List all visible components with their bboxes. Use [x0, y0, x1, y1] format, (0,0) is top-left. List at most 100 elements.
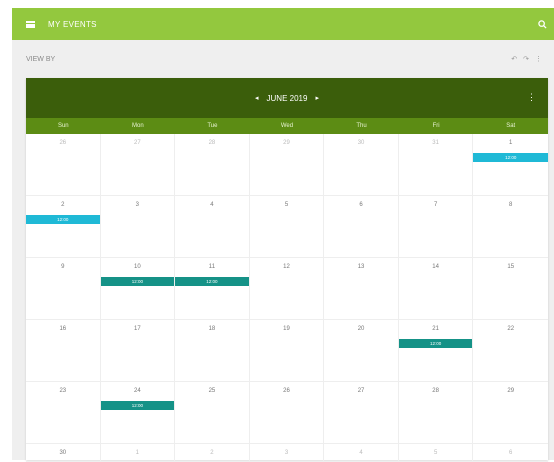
weekday-label: Wed	[280, 123, 294, 129]
day-number: 8	[509, 202, 513, 208]
day-cell[interactable]: 31	[398, 134, 474, 196]
day-cell[interactable]: 4	[175, 196, 250, 258]
day-cell[interactable]: 6	[473, 444, 548, 462]
day-number: 15	[507, 264, 515, 270]
more-icon[interactable]: ⋮	[535, 55, 542, 63]
day-number: 21	[432, 326, 439, 332]
month-label: JUNE 2019	[266, 93, 308, 103]
day-cell[interactable]: 20	[324, 320, 399, 382]
day-number: 2	[61, 202, 65, 208]
day-number: 5	[284, 202, 289, 208]
event-chip[interactable]: 12:00	[26, 215, 100, 224]
day-cell[interactable]: 10 12:00	[100, 258, 176, 320]
day-cell[interactable]: 5	[398, 444, 474, 462]
day-cell[interactable]: 17	[100, 320, 176, 382]
day-number: 27	[357, 388, 365, 394]
calendar-more-icon[interactable]: ⋮	[527, 92, 536, 103]
day-cell[interactable]: 2	[175, 444, 250, 462]
day-number: 18	[208, 326, 216, 332]
day-number: 17	[134, 326, 141, 332]
day-cell[interactable]: 5	[249, 196, 325, 258]
day-cell[interactable]: 24 12:00	[100, 382, 176, 444]
event-chip[interactable]: 12:00	[175, 277, 249, 286]
day-number: 25	[208, 388, 216, 394]
day-number: 28	[208, 140, 216, 146]
calendar-header: ◂ JUNE 2019 ▸ ⋮	[26, 78, 548, 118]
day-cell[interactable]: 25	[175, 382, 250, 444]
day-cell[interactable]: 30	[324, 134, 399, 196]
day-cell[interactable]: 12	[249, 258, 325, 320]
day-cell[interactable]: 30	[26, 444, 101, 462]
search-icon[interactable]	[530, 19, 554, 29]
day-number: 23	[59, 388, 67, 394]
day-number: 5	[433, 450, 438, 456]
day-number: 3	[135, 202, 140, 208]
day-cell[interactable]: 16	[26, 320, 101, 382]
app-bar: MY EVENTS	[12, 8, 554, 40]
sub-toolbar: VIEW BY ↶ ↷ ⋮	[12, 50, 554, 68]
day-number: 29	[283, 140, 290, 146]
day-number: 16	[59, 326, 67, 332]
day-number: 26	[283, 388, 290, 394]
day-cell[interactable]: 1 12:00	[473, 134, 548, 196]
day-cell[interactable]: 3	[249, 444, 325, 462]
prev-month-icon[interactable]: ◂	[247, 94, 267, 102]
day-cell[interactable]: 8	[473, 196, 548, 258]
day-cell[interactable]: 7	[398, 196, 474, 258]
day-cell[interactable]: 28	[175, 134, 250, 196]
undo-icon[interactable]: ↶	[511, 55, 517, 63]
day-cell[interactable]: 18	[175, 320, 250, 382]
menu-icon[interactable]	[12, 20, 48, 28]
day-number: 30	[59, 450, 67, 456]
redo-icon[interactable]: ↷	[523, 55, 529, 63]
day-number: 20	[357, 326, 365, 332]
day-number: 13	[357, 264, 365, 270]
day-cell[interactable]: 23	[26, 382, 101, 444]
day-cell[interactable]: 15	[473, 258, 548, 320]
event-chip[interactable]: 12:00	[473, 153, 548, 162]
month-grid: 26 27 28 29 30 31 1 12:00 2 12:00 3 4 5 6 7 8 9 10 12:00 11…	[26, 134, 548, 462]
day-cell[interactable]: 27	[100, 134, 176, 196]
event-chip[interactable]: 12:00	[100, 277, 175, 286]
day-cell[interactable]: 27	[324, 382, 399, 444]
day-number: 27	[134, 140, 141, 146]
day-cell[interactable]: 29	[249, 134, 325, 196]
day-cell[interactable]: 6	[324, 196, 399, 258]
day-cell[interactable]: 2 12:00	[26, 196, 101, 258]
weekday-label: Sun	[57, 123, 69, 129]
day-number: 6	[359, 202, 363, 208]
day-number: 28	[432, 388, 439, 394]
day-cell[interactable]: 28	[398, 382, 474, 444]
day-cell[interactable]: 1	[100, 444, 176, 462]
day-number: 1	[135, 450, 140, 456]
day-cell[interactable]: 13	[324, 258, 399, 320]
weekday-label: Fri	[432, 123, 440, 129]
day-number: 7	[433, 202, 438, 208]
day-number: 1	[509, 140, 513, 146]
day-number: 12	[283, 264, 290, 270]
day-number: 31	[432, 140, 439, 146]
day-cell[interactable]: 22	[473, 320, 548, 382]
event-chip[interactable]: 12:00	[398, 339, 473, 348]
day-cell[interactable]: 26	[26, 134, 101, 196]
day-cell[interactable]: 19	[249, 320, 325, 382]
day-number: 9	[61, 264, 65, 270]
day-number: 22	[507, 326, 515, 332]
weekday-label: Mon	[132, 123, 144, 129]
day-number: 4	[359, 450, 363, 456]
day-cell[interactable]: 9	[26, 258, 101, 320]
day-cell[interactable]: 26	[249, 382, 325, 444]
day-cell[interactable]: 3	[100, 196, 176, 258]
next-month-icon[interactable]: ▸	[307, 94, 327, 102]
day-cell[interactable]: 11 12:00	[175, 258, 250, 320]
day-cell[interactable]: 29	[473, 382, 548, 444]
day-number: 29	[507, 388, 515, 394]
day-number: 30	[357, 140, 365, 146]
weekday-header: Sun Mon Tue Wed Thu Fri Sat	[26, 118, 548, 134]
day-number: 10	[134, 264, 141, 270]
day-cell[interactable]: 21 12:00	[398, 320, 474, 382]
event-chip[interactable]: 12:00	[100, 401, 175, 410]
day-cell[interactable]: 4	[324, 444, 399, 462]
day-cell[interactable]: 14	[398, 258, 474, 320]
day-number: 14	[432, 264, 439, 270]
